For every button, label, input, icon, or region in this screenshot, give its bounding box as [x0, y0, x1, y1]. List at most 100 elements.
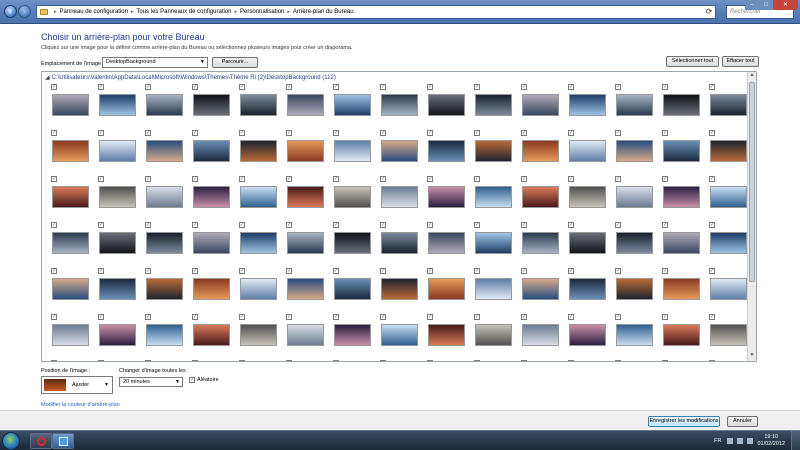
wallpaper-thumbnail[interactable]: ✓ — [519, 266, 563, 310]
thumbnail-checkbox[interactable]: ✓ — [239, 84, 245, 90]
breadcrumb[interactable]: ▸ Panneau de configuration ▸ Tous les Pa… — [36, 5, 716, 19]
thumbnail-checkbox[interactable]: ✓ — [380, 222, 386, 228]
wallpaper-thumbnail[interactable]: ✓ — [49, 312, 93, 356]
wallpaper-thumbnail[interactable]: ✓ — [660, 312, 704, 356]
wallpaper-thumbnail[interactable]: ✓ — [237, 128, 281, 172]
wallpaper-thumbnail[interactable]: ✓ — [49, 174, 93, 218]
thumbnail-checkbox[interactable]: ✓ — [286, 360, 292, 361]
wallpaper-thumbnail[interactable]: ✓ — [566, 312, 610, 356]
wallpaper-thumbnail[interactable]: ✓ — [284, 82, 328, 126]
breadcrumb-item[interactable]: Tous les Panneaux de configuration — [136, 9, 231, 15]
thumbnail-checkbox[interactable]: ✓ — [286, 222, 292, 228]
wallpaper-thumbnail[interactable]: ✓ — [284, 358, 328, 361]
wallpaper-thumbnail[interactable]: ✓ — [660, 266, 704, 310]
wallpaper-thumbnail[interactable]: ✓ — [472, 128, 516, 172]
thumbnail-checkbox[interactable]: ✓ — [521, 268, 527, 274]
wallpaper-thumbnail[interactable]: ✓ — [284, 128, 328, 172]
wallpaper-thumbnail[interactable]: ✓ — [613, 312, 657, 356]
thumbnail-checkbox[interactable]: ✓ — [145, 360, 151, 361]
thumbnail-checkbox[interactable]: ✓ — [427, 176, 433, 182]
thumbnail-checkbox[interactable]: ✓ — [474, 222, 480, 228]
thumbnail-checkbox[interactable]: ✓ — [427, 222, 433, 228]
clock[interactable]: 19:10 01/02/2012 — [757, 434, 785, 448]
thumbnail-checkbox[interactable]: ✓ — [333, 268, 339, 274]
thumbnail-checkbox[interactable]: ✓ — [380, 84, 386, 90]
wallpaper-thumbnail[interactable]: ✓ — [190, 312, 234, 356]
thumbnail-checkbox[interactable]: ✓ — [474, 84, 480, 90]
thumbnail-checkbox[interactable]: ✓ — [474, 268, 480, 274]
wallpaper-thumbnail[interactable]: ✓ — [425, 266, 469, 310]
thumbnail-checkbox[interactable]: ✓ — [333, 130, 339, 136]
thumbnail-checkbox[interactable]: ✓ — [521, 222, 527, 228]
thumbnail-checkbox[interactable]: ✓ — [474, 176, 480, 182]
thumbnail-checkbox[interactable]: ✓ — [286, 176, 292, 182]
thumbnail-checkbox[interactable]: ✓ — [51, 360, 57, 361]
wallpaper-thumbnail[interactable]: ✓ — [143, 312, 187, 356]
wallpaper-thumbnail[interactable]: ✓ — [613, 358, 657, 361]
thumbnail-checkbox[interactable]: ✓ — [521, 130, 527, 136]
thumbnail-checkbox[interactable]: ✓ — [192, 84, 198, 90]
thumbnail-checkbox[interactable]: ✓ — [662, 130, 668, 136]
wallpaper-thumbnail[interactable]: ✓ — [378, 82, 422, 126]
thumbnail-checkbox[interactable]: ✓ — [427, 84, 433, 90]
thumbnail-checkbox[interactable]: ✓ — [568, 268, 574, 274]
thumbnail-checkbox[interactable]: ✓ — [333, 176, 339, 182]
wallpaper-thumbnail[interactable]: ✓ — [96, 358, 140, 361]
wallpaper-thumbnail[interactable]: ✓ — [331, 82, 375, 126]
wallpaper-thumbnail[interactable]: ✓ — [613, 266, 657, 310]
thumbnail-checkbox[interactable]: ✓ — [427, 268, 433, 274]
breadcrumb-item[interactable]: Arrière-plan du Bureau — [293, 9, 354, 15]
thumbnail-checkbox[interactable]: ✓ — [380, 314, 386, 320]
wallpaper-thumbnail[interactable]: ✓ — [237, 266, 281, 310]
thumbnail-checkbox[interactable]: ✓ — [239, 130, 245, 136]
wallpaper-thumbnail[interactable]: ✓ — [378, 174, 422, 218]
thumbnail-checkbox[interactable]: ✓ — [286, 268, 292, 274]
thumbnail-checkbox[interactable]: ✓ — [145, 314, 151, 320]
thumbnail-checkbox[interactable]: ✓ — [192, 314, 198, 320]
thumbnail-checkbox[interactable]: ✓ — [192, 130, 198, 136]
interval-dropdown[interactable]: 20 minutes ▼ — [119, 377, 183, 387]
thumbnail-checkbox[interactable]: ✓ — [51, 130, 57, 136]
wallpaper-thumbnail[interactable]: ✓ — [378, 220, 422, 264]
wallpaper-thumbnail[interactable]: ✓ — [707, 220, 751, 264]
thumbnail-checkbox[interactable]: ✓ — [380, 130, 386, 136]
wallpaper-thumbnail[interactable]: ✓ — [143, 128, 187, 172]
wallpaper-thumbnail[interactable]: ✓ — [49, 82, 93, 126]
thumbnail-checkbox[interactable]: ✓ — [145, 130, 151, 136]
thumbnail-checkbox[interactable]: ✓ — [568, 314, 574, 320]
wallpaper-thumbnail[interactable]: ✓ — [660, 358, 704, 361]
wallpaper-thumbnail[interactable]: ✓ — [472, 174, 516, 218]
thumbnail-checkbox[interactable]: ✓ — [98, 222, 104, 228]
thumbnail-checkbox[interactable]: ✓ — [239, 314, 245, 320]
thumbnail-checkbox[interactable]: ✓ — [333, 222, 339, 228]
thumbnail-checkbox[interactable]: ✓ — [145, 176, 151, 182]
wallpaper-thumbnail[interactable]: ✓ — [143, 82, 187, 126]
thumbnail-checkbox[interactable]: ✓ — [333, 314, 339, 320]
language-indicator[interactable]: FR — [714, 438, 721, 444]
wallpaper-thumbnail[interactable]: ✓ — [566, 128, 610, 172]
volume-icon[interactable] — [747, 438, 754, 444]
wallpaper-thumbnail[interactable]: ✓ — [96, 128, 140, 172]
wallpaper-thumbnail[interactable]: ✓ — [425, 174, 469, 218]
thumbnail-checkbox[interactable]: ✓ — [427, 130, 433, 136]
wallpaper-thumbnail[interactable]: ✓ — [190, 220, 234, 264]
thumbnail-checkbox[interactable]: ✓ — [568, 130, 574, 136]
thumbnail-checkbox[interactable]: ✓ — [239, 222, 245, 228]
wallpaper-thumbnail[interactable]: ✓ — [96, 174, 140, 218]
thumbnail-checkbox[interactable]: ✓ — [145, 268, 151, 274]
thumbnail-checkbox[interactable]: ✓ — [98, 314, 104, 320]
wallpaper-thumbnail[interactable]: ✓ — [331, 174, 375, 218]
vertical-scrollbar[interactable]: ▲ ▼ — [747, 72, 756, 361]
wallpaper-thumbnail[interactable]: ✓ — [707, 312, 751, 356]
scroll-down-icon[interactable]: ▼ — [748, 352, 756, 361]
clear-all-button[interactable]: Effacer tout — [722, 56, 759, 67]
thumbnail-checkbox[interactable]: ✓ — [521, 84, 527, 90]
thumbnail-checkbox[interactable]: ✓ — [98, 176, 104, 182]
wallpaper-thumbnail[interactable]: ✓ — [613, 128, 657, 172]
wallpaper-thumbnail[interactable]: ✓ — [425, 358, 469, 361]
thumbnail-checkbox[interactable]: ✓ — [145, 84, 151, 90]
wallpaper-thumbnail[interactable]: ✓ — [472, 220, 516, 264]
wallpaper-thumbnail[interactable]: ✓ — [566, 220, 610, 264]
cancel-button[interactable]: Annuler — [727, 416, 758, 427]
wallpaper-thumbnail[interactable]: ✓ — [49, 128, 93, 172]
